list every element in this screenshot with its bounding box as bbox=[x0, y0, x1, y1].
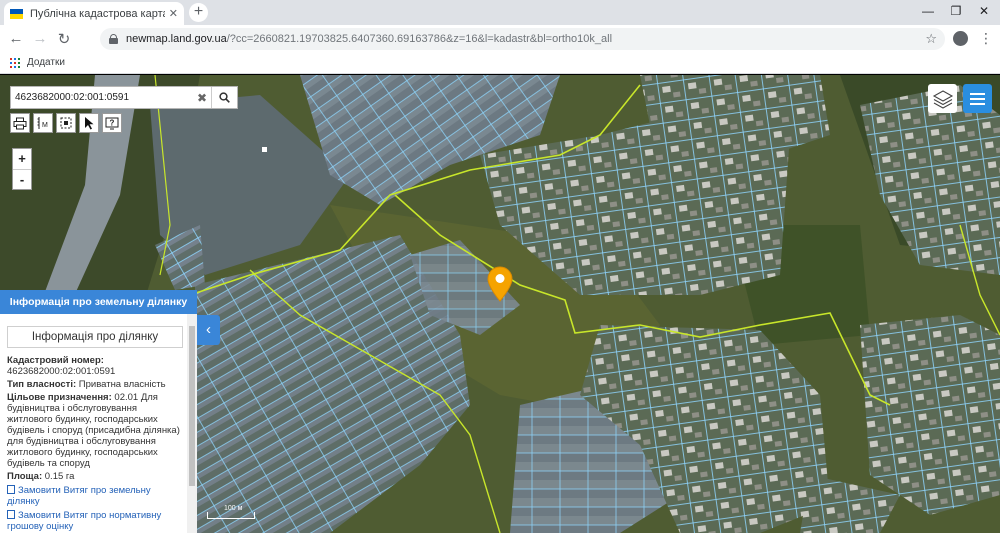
help-button[interactable]: ? bbox=[102, 113, 122, 133]
chevron-left-icon: ‹ bbox=[206, 321, 211, 338]
layers-button[interactable] bbox=[928, 84, 957, 113]
minimize-icon[interactable]: — bbox=[914, 0, 942, 25]
svg-text:?: ? bbox=[110, 119, 115, 128]
reload-icon[interactable]: ↻ bbox=[52, 30, 76, 48]
star-icon[interactable]: ☆ bbox=[925, 31, 937, 47]
measure-icon: M bbox=[37, 117, 48, 129]
url-text: newmap.land.gov.ua/?cc=2660821.19703825.… bbox=[126, 33, 612, 45]
scale-label: 100 м bbox=[224, 505, 243, 512]
browser-tab-bar: Публічна кадастрова карта Укр ✕ + — ❐ ✕ bbox=[0, 0, 1000, 25]
ownership-row: Тип власності: Приватна власність bbox=[7, 379, 166, 390]
scrollbar-thumb[interactable] bbox=[189, 326, 195, 486]
ukraine-flag-icon bbox=[10, 8, 23, 19]
panel-content: Інформація про ділянку Кадастровий номер… bbox=[0, 314, 187, 533]
zoom-out-button[interactable]: - bbox=[13, 169, 31, 189]
apps-icon[interactable] bbox=[10, 57, 20, 68]
back-icon[interactable]: ← bbox=[4, 30, 28, 47]
forward-icon[interactable]: → bbox=[28, 30, 52, 47]
search-button[interactable] bbox=[211, 87, 237, 108]
more-icon[interactable]: ⋮ bbox=[979, 30, 993, 47]
panel-title: Інформація про земельну ділянку bbox=[0, 290, 197, 314]
account-icon[interactable] bbox=[953, 31, 968, 46]
lock-icon[interactable] bbox=[108, 34, 118, 44]
close-icon[interactable]: ✕ bbox=[169, 7, 178, 20]
clear-icon[interactable]: ✖ bbox=[193, 91, 211, 105]
panel-subtitle: Інформація про ділянку bbox=[7, 326, 183, 348]
browser-tab[interactable]: Публічна кадастрова карта Укр ✕ bbox=[4, 2, 184, 25]
svg-text:M: M bbox=[42, 122, 48, 129]
window-close-icon[interactable]: ✕ bbox=[970, 0, 998, 25]
purpose-row: Цільове призначення: 02.01 Для будівницт… bbox=[7, 392, 180, 469]
scale-bar: 100 м bbox=[207, 505, 255, 519]
tab-title: Публічна кадастрова карта Укр bbox=[30, 7, 165, 20]
map-toolbar: M ? bbox=[10, 113, 122, 133]
bookmark-apps-label[interactable]: Додатки bbox=[27, 57, 65, 68]
collapse-panel-button[interactable]: ‹ bbox=[197, 315, 220, 345]
menu-icon bbox=[970, 92, 985, 95]
parcel-info-panel: Інформація про земельну ділянку Інформац… bbox=[0, 290, 197, 533]
zoom-control: + - bbox=[12, 148, 32, 190]
browser-toolbar: ← → ↻ newmap.land.gov.ua/?cc=2660821.197… bbox=[0, 25, 1000, 52]
parcel-marker-icon[interactable] bbox=[487, 266, 513, 302]
pointer-icon bbox=[85, 117, 94, 130]
cadastral-number-value: 4623682000:02:001:0591 bbox=[7, 366, 116, 377]
document-icon bbox=[7, 510, 15, 519]
url-host: newmap.land.gov.ua bbox=[126, 33, 227, 45]
measure-distance-button[interactable]: M bbox=[33, 113, 53, 133]
pointer-button[interactable] bbox=[79, 113, 99, 133]
print-button[interactable] bbox=[10, 113, 30, 133]
url-path: /?cc=2660821.19703825.6407360.69163786&z… bbox=[226, 33, 613, 45]
print-icon bbox=[13, 117, 27, 129]
bookmarks-bar: Додатки bbox=[0, 52, 1000, 74]
help-icon: ? bbox=[105, 117, 119, 130]
search-icon bbox=[219, 92, 230, 103]
layers-icon bbox=[932, 89, 953, 109]
panel-scrollbar[interactable] bbox=[187, 314, 197, 533]
cadastral-search-box: ✖ bbox=[10, 86, 238, 109]
select-area-icon bbox=[60, 117, 72, 129]
order-extract-link[interactable]: Замовити Витяг про земельну ділянку bbox=[7, 485, 183, 507]
area-row: Площа: 0.15 га bbox=[7, 471, 75, 482]
plus-icon[interactable]: + bbox=[189, 3, 208, 22]
search-input[interactable] bbox=[11, 87, 193, 108]
order-valuation-link[interactable]: Замовити Витяг про нормативну грошову оц… bbox=[7, 510, 183, 532]
address-bar[interactable]: newmap.land.gov.ua/?cc=2660821.19703825.… bbox=[100, 28, 945, 50]
cadastral-number-label: Кадастровий номер: bbox=[7, 355, 104, 366]
zoom-in-button[interactable]: + bbox=[13, 149, 31, 169]
maximize-icon[interactable]: ❐ bbox=[942, 0, 970, 25]
menu-button[interactable] bbox=[963, 84, 992, 113]
document-icon bbox=[7, 485, 15, 494]
measure-area-button[interactable] bbox=[56, 113, 76, 133]
